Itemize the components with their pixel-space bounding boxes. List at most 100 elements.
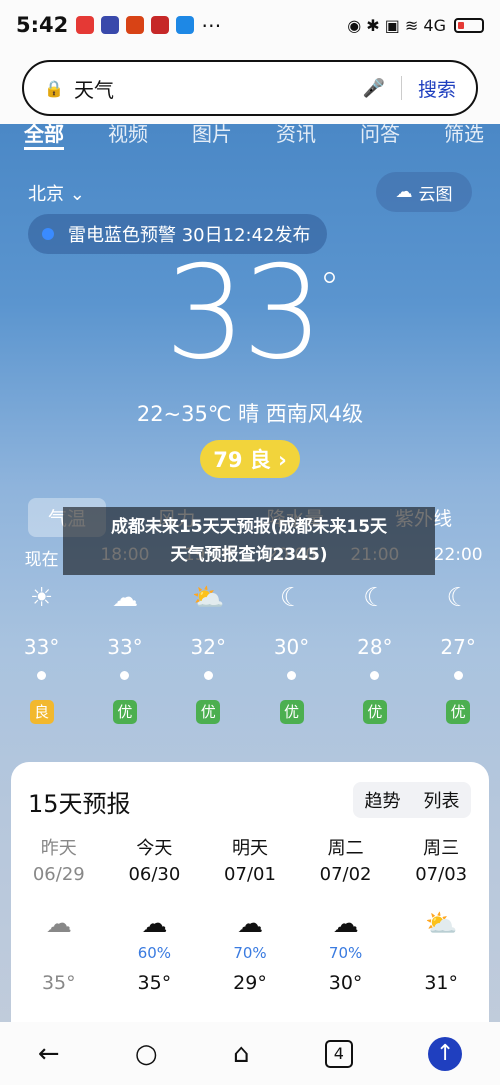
forecast-day[interactable]: 今天 06/30 ☁ 60% 35° [107, 834, 203, 994]
forecast-day[interactable]: 明天 07/01 ☁ 70% 29° [202, 834, 298, 994]
forecast-day[interactable]: 周三 07/03 ⛅ 31° [393, 834, 489, 994]
aqi-badge[interactable]: 79 良 › [200, 440, 300, 478]
day-date: 06/29 [32, 864, 85, 885]
app-notification-icon [76, 16, 95, 34]
day-high-temp: 31° [424, 972, 459, 994]
day-high-temp: 30° [328, 972, 363, 994]
air-quality-badge: 优 [112, 700, 137, 724]
battery-icon [454, 17, 484, 33]
divider [400, 76, 402, 100]
weather-icon: ☁ [141, 909, 168, 939]
day-date: 07/02 [319, 864, 372, 885]
search-icon[interactable]: ○ [135, 1039, 158, 1069]
day-high-temp: 35° [41, 972, 76, 994]
weather-icon: ☁ [332, 909, 359, 939]
weather-summary: 22~35℃ 晴 西南风4级 [136, 402, 364, 426]
air-quality-badge: 优 [362, 700, 387, 724]
temp-point [287, 671, 297, 680]
day-date: 06/30 [128, 864, 181, 885]
precip-chance [393, 944, 489, 972]
day-name: 明天 [231, 838, 268, 859]
city-selector[interactable]: 北京 ⌄ [28, 180, 85, 206]
weather-icon: ☾ [279, 583, 304, 613]
bottom-nav: ← ○ ⌂ 4 ↑ [0, 1022, 500, 1085]
weather-icon: ☾ [446, 583, 470, 613]
scroll-up-icon[interactable]: ↑ [428, 1036, 463, 1071]
status-time: 5:42 [16, 13, 69, 37]
app-notification-icon [101, 16, 120, 34]
status-indicators: ◉ ✱ ▣ ≋ 4G [347, 15, 446, 35]
temp-point [203, 671, 213, 680]
search-query[interactable]: 天气 [74, 74, 363, 103]
cloud-map-button[interactable]: ☁ 云图 [376, 172, 472, 212]
weather-icon: ☁ [236, 909, 263, 939]
precip-chance: 60% [137, 944, 172, 962]
air-quality-badge: 优 [446, 700, 471, 724]
back-icon[interactable]: ← [38, 1039, 60, 1069]
weather-icon: ☾ [363, 583, 387, 613]
toggle-trend[interactable]: 趋势 [365, 787, 401, 813]
weather-icon: ☀ [29, 583, 54, 613]
tab-video[interactable]: 视频 [108, 118, 148, 150]
app-notification-icon [126, 16, 145, 34]
weather-icon: ⛅ [424, 909, 458, 939]
toggle-list[interactable]: 列表 [424, 787, 460, 813]
tabs-button[interactable]: 4 [324, 1039, 353, 1068]
alert-dot-icon [42, 228, 54, 240]
tab-news[interactable]: 资讯 [276, 118, 316, 150]
day-name: 周三 [423, 838, 460, 859]
day-date: 07/01 [224, 864, 276, 885]
forecast-card: 15天预报 趋势 列表 昨天 06/29 ☁ 35° 今天 06/30 ☁ 60% 35° 明天 0… [11, 762, 489, 1042]
caption-overlay: 成都未来15天天预报(成都未来15天 天气预报查询2345) [63, 507, 435, 575]
day-date: 07/03 [415, 864, 468, 885]
precip-chance: 70% [328, 944, 363, 962]
home-icon[interactable]: ⌂ [233, 1039, 250, 1069]
air-quality-badge: 优 [279, 700, 304, 724]
day-name: 今天 [136, 838, 173, 859]
current-temperature: 33° [0, 250, 500, 378]
forecast-day[interactable]: 昨天 06/29 ☁ 35° [11, 834, 107, 994]
tab-all[interactable]: 全部 [24, 118, 64, 150]
more-notifications-icon: ⋯ [201, 13, 222, 37]
degree-symbol: ° [319, 265, 339, 311]
search-tabs: 全部 视频 图片 资讯 问答 筛选 [24, 118, 484, 150]
day-high-temp: 35° [137, 972, 172, 994]
tab-qa[interactable]: 问答 [360, 118, 400, 150]
status-right: ◉ ✱ ▣ ≋ 4G [347, 16, 484, 35]
weather-icon: ⛅ [192, 583, 225, 613]
air-quality-badge: 优 [196, 700, 221, 724]
precip-chance: 70% [233, 944, 267, 962]
app-notification-icon [151, 16, 170, 34]
temp-point [370, 671, 380, 680]
day-name: 昨天 [40, 838, 77, 859]
tab-images[interactable]: 图片 [192, 118, 232, 150]
microphone-icon[interactable]: 🎤 [363, 78, 385, 99]
status-bar: 5:42 ⋯ ◉ ✱ ▣ ≋ 4G [0, 0, 500, 50]
forecast-day[interactable]: 周二 07/02 ☁ 70% 30° [298, 834, 394, 994]
tab-filter[interactable]: 筛选 [444, 118, 484, 150]
hour-temp: 32° [190, 635, 226, 659]
hour-temp: 33° [107, 635, 143, 659]
hour-temp: 33° [23, 635, 60, 659]
cloud-map-label: 云图 [418, 184, 453, 205]
forecast-days: 昨天 06/29 ☁ 35° 今天 06/30 ☁ 60% 35° 明天 07/01 ☁ 70% 29° 周… [11, 834, 489, 994]
hour-temp: 27° [440, 635, 476, 659]
search-button[interactable]: 搜索 [418, 75, 456, 102]
weather-icon: ☁ [111, 583, 138, 613]
forecast-title: 15天预报 [28, 790, 131, 818]
weather-icon: ☁ [45, 909, 72, 939]
caption-line-1: 成都未来15天天预报(成都未来15天 [110, 517, 388, 537]
day-high-temp: 29° [233, 972, 267, 994]
caption-line-2: 天气预报查询2345) [170, 545, 328, 565]
day-name: 周二 [327, 838, 364, 859]
air-quality-badge: 良 [29, 700, 54, 724]
cloud-icon: ☁ [395, 182, 413, 202]
forecast-view-toggle: 趋势 列表 [353, 782, 471, 818]
current-temp-value: 33 [164, 239, 324, 388]
app-notification-icon [176, 16, 195, 34]
search-input[interactable]: 🔒 天气 🎤 搜索 [22, 60, 478, 116]
search-area: 🔒 天气 🎤 搜索 [0, 50, 500, 124]
temp-point [37, 671, 47, 680]
hour-temp: 30° [273, 635, 310, 659]
temp-point [453, 671, 463, 680]
